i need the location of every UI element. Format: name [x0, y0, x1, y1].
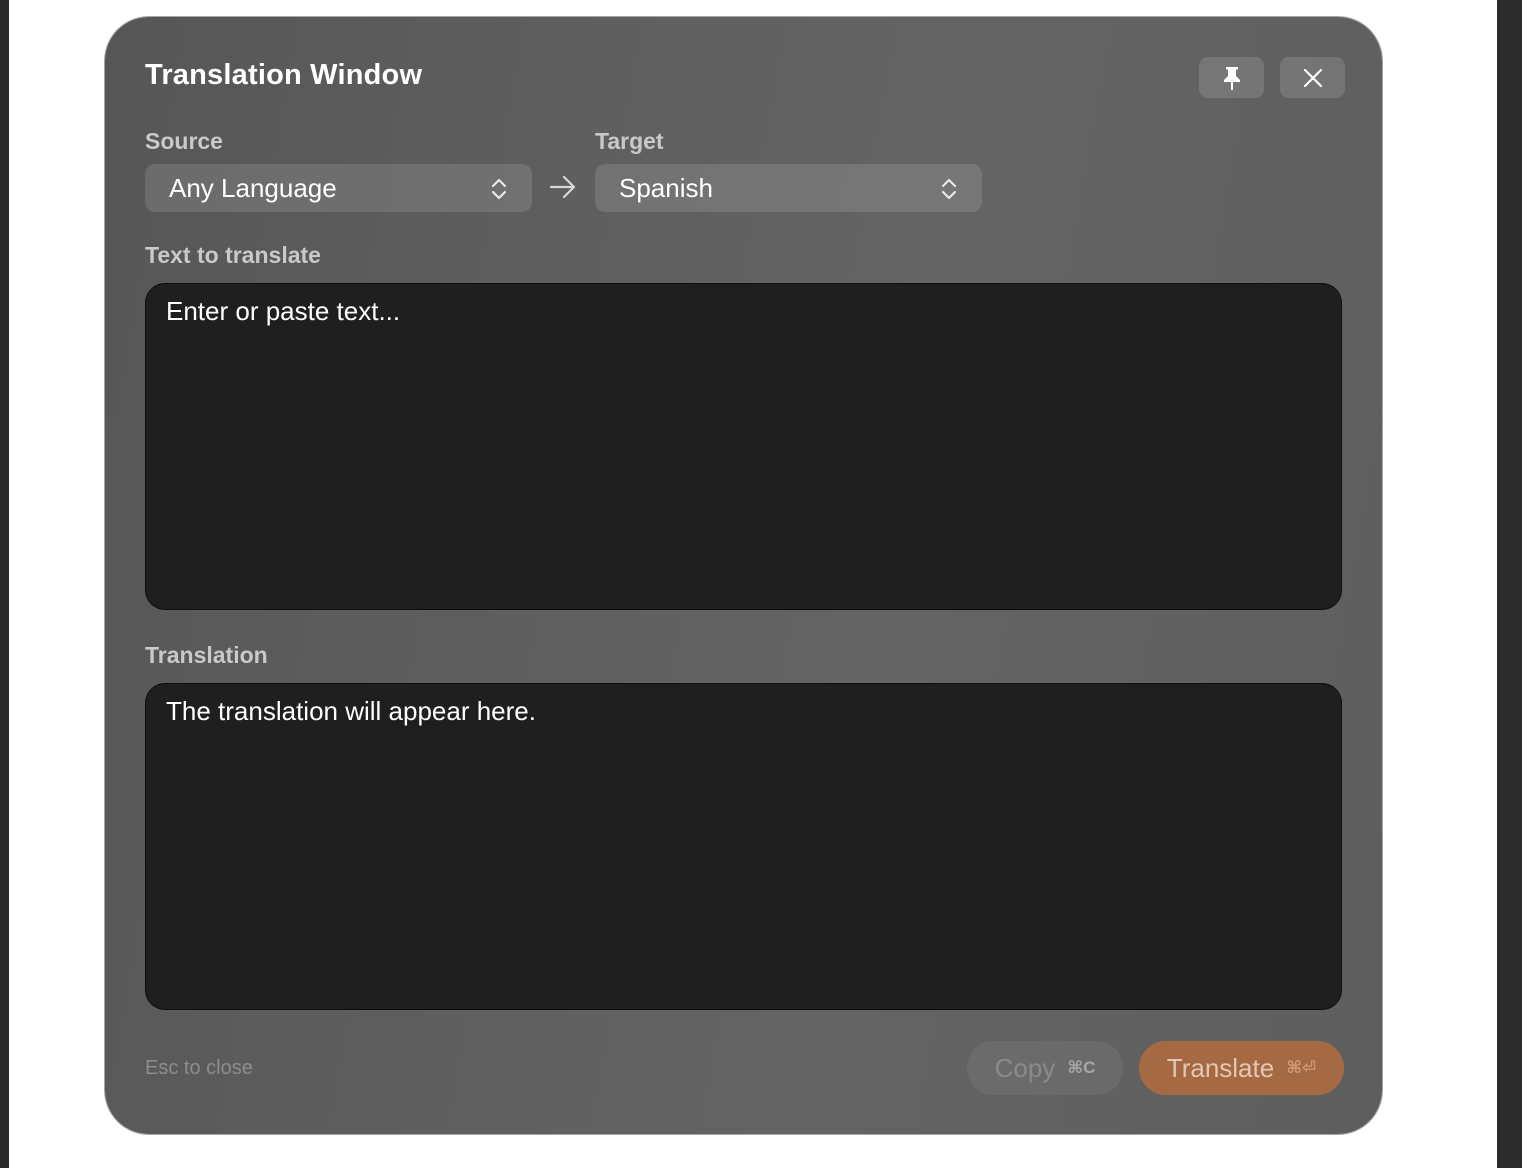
- chevron-up-down-icon: [491, 178, 507, 200]
- background-edge-right: [1497, 0, 1522, 1168]
- arrow-right-icon: [549, 175, 576, 199]
- copy-button-label: Copy: [994, 1052, 1056, 1083]
- input-label: Text to translate: [145, 242, 321, 268]
- source-language-value: Any Language: [169, 172, 337, 203]
- translate-button-label: Translate: [1166, 1052, 1275, 1083]
- pin-icon: [1223, 66, 1240, 90]
- source-text-input[interactable]: Enter or paste text...: [145, 283, 1342, 610]
- output-label: Translation: [145, 642, 268, 668]
- pin-button[interactable]: [1199, 57, 1264, 98]
- source-text-placeholder: Enter or paste text...: [166, 296, 401, 326]
- target-label: Target: [595, 128, 664, 154]
- translate-shortcut: ⌘⏎: [1286, 1058, 1317, 1077]
- target-language-value: Spanish: [619, 172, 713, 203]
- close-icon: [1303, 68, 1322, 87]
- translation-placeholder: The translation will appear here.: [166, 696, 536, 726]
- background-edge-left: [0, 0, 9, 1168]
- target-language-select[interactable]: Spanish: [595, 164, 982, 212]
- chevron-up-down-icon: [941, 178, 957, 200]
- source-language-select[interactable]: Any Language: [145, 164, 532, 212]
- translation-output: The translation will appear here.: [145, 683, 1342, 1010]
- esc-hint: Esc to close: [145, 1057, 253, 1079]
- copy-shortcut: ⌘C: [1067, 1058, 1096, 1077]
- copy-button[interactable]: Copy ⌘C: [967, 1041, 1123, 1095]
- window-title: Translation Window: [145, 59, 423, 91]
- translate-button[interactable]: Translate ⌘⏎: [1139, 1041, 1344, 1095]
- source-label: Source: [145, 128, 223, 154]
- close-button[interactable]: [1280, 57, 1345, 98]
- translation-window: Translation Window Source Target Any Lan…: [105, 17, 1382, 1134]
